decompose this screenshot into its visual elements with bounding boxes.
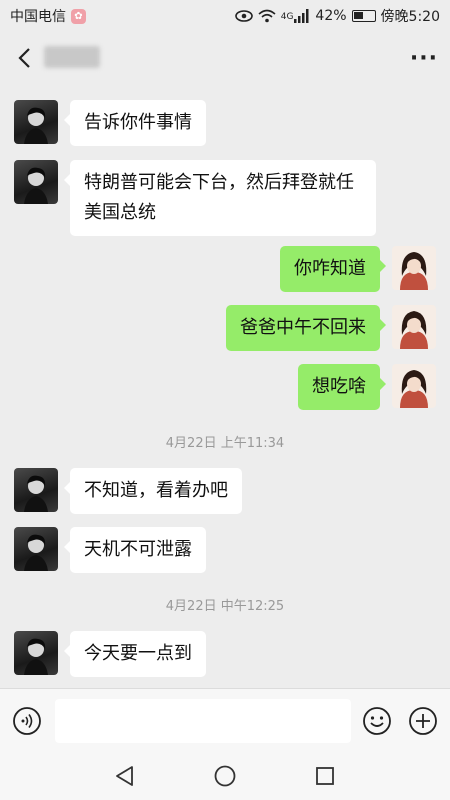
more-button[interactable]: ···: [410, 46, 438, 71]
nav-recents-icon: [316, 767, 334, 785]
nav-home-icon: [214, 765, 236, 787]
nav-home-button[interactable]: [213, 764, 237, 788]
contact-avatar[interactable]: [14, 468, 58, 512]
hd-badge-icon: ✿: [71, 8, 86, 24]
emoji-icon: [363, 707, 391, 735]
message-text-field[interactable]: [55, 699, 351, 743]
network-type: 4G: [280, 12, 294, 22]
wifi-icon: [258, 9, 276, 23]
chat-header: ···: [0, 32, 450, 84]
received-message-bubble[interactable]: 告诉你件事情: [64, 100, 206, 146]
plus-icon: [409, 707, 437, 735]
received-message-bubble[interactable]: 特朗普可能会下台，然后拜登就任美国总统: [64, 160, 376, 236]
sent-message-bubble[interactable]: 想吃啥: [298, 364, 386, 410]
message-timestamp: 4月22日 中午12:25: [165, 599, 285, 614]
battery-percent: 42%: [315, 8, 347, 24]
nav-back-icon: [116, 766, 133, 786]
message-row: 特朗普可能会下台，然后拜登就任美国总统: [14, 160, 376, 236]
received-message-bubble[interactable]: 不知道，看着办吧: [64, 468, 242, 514]
sent-message-bubble[interactable]: 爸爸中午不回来: [226, 305, 386, 351]
voice-icon: [13, 707, 41, 735]
message-row: 今天要一点到: [14, 631, 206, 677]
status-bar: 中国电信 ✿ 4G 42% 傍晚5:20: [0, 0, 450, 32]
message-list[interactable]: 告诉你件事情 特朗普可能会下台，然后拜登就任美国总统 你咋知道 爸爸中午不回来 …: [0, 84, 450, 688]
back-button[interactable]: [12, 46, 36, 70]
battery-icon: [351, 10, 376, 22]
system-navigation-bar: [0, 752, 450, 800]
emoji-button[interactable]: [362, 706, 392, 736]
signal-icon: [294, 9, 309, 23]
message-row: 不知道，看着办吧: [14, 468, 242, 514]
more-icon: ···: [409, 45, 438, 71]
contact-avatar[interactable]: [14, 100, 58, 144]
message-timestamp: 4月22日 上午11:34: [165, 436, 285, 451]
back-icon: [18, 48, 30, 68]
nav-recents-button[interactable]: [313, 764, 337, 788]
clock: 傍晚5:20: [380, 9, 440, 25]
message-row: 天机不可泄露: [14, 527, 206, 573]
message-row: 告诉你件事情: [14, 100, 206, 146]
carrier-name: 中国电信: [10, 9, 66, 25]
my-avatar[interactable]: [392, 364, 436, 408]
voice-button[interactable]: [12, 706, 42, 736]
received-message-bubble[interactable]: 天机不可泄露: [64, 527, 206, 573]
contact-avatar[interactable]: [14, 631, 58, 675]
message-row: 爸爸中午不回来: [226, 305, 436, 351]
sent-message-bubble[interactable]: 你咋知道: [280, 246, 386, 292]
message-row: 想吃啥: [298, 364, 436, 410]
received-message-bubble[interactable]: 今天要一点到: [64, 631, 206, 677]
message-row: 你咋知道: [280, 246, 436, 292]
chat-title-blurred: [44, 46, 100, 68]
my-avatar[interactable]: [392, 246, 436, 290]
eye-icon: [234, 10, 253, 22]
contact-avatar[interactable]: [14, 160, 58, 204]
contact-avatar[interactable]: [14, 527, 58, 571]
message-input-bar: [0, 688, 450, 752]
nav-back-button[interactable]: [113, 764, 137, 788]
plus-button[interactable]: [408, 706, 438, 736]
my-avatar[interactable]: [392, 305, 436, 349]
